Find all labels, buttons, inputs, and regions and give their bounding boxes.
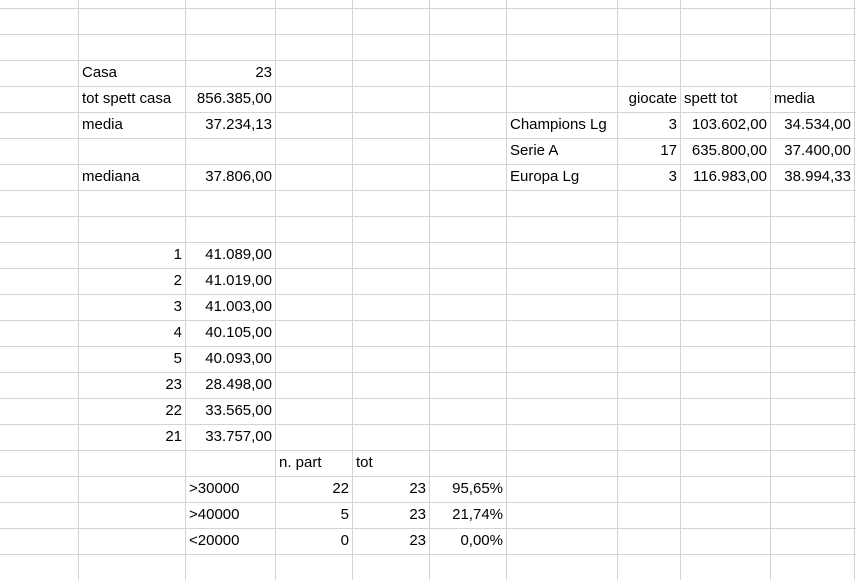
- competition-header-giocate[interactable]: giocate: [618, 86, 680, 112]
- competition-name[interactable]: Champions Lg: [507, 112, 617, 138]
- ranking-rank[interactable]: 3: [79, 294, 185, 320]
- competition-giocate[interactable]: 17: [618, 138, 680, 164]
- summary-value-media[interactable]: 37.234,13: [186, 112, 275, 138]
- ranking-value[interactable]: 40.093,00: [186, 346, 275, 372]
- competition-media[interactable]: 37.400,00: [771, 138, 854, 164]
- threshold-pct[interactable]: 95,65%: [430, 476, 506, 502]
- row-divider: [0, 216, 856, 217]
- row-divider: [0, 554, 856, 555]
- ranking-value[interactable]: 41.003,00: [186, 294, 275, 320]
- ranking-value[interactable]: 28.498,00: [186, 372, 275, 398]
- summary-value-mediana[interactable]: 37.806,00: [186, 164, 275, 190]
- ranking-rank[interactable]: 5: [79, 346, 185, 372]
- row-divider: [0, 8, 856, 9]
- row-divider: [0, 190, 856, 191]
- threshold-pct[interactable]: 0,00%: [430, 528, 506, 554]
- ranking-rank[interactable]: 22: [79, 398, 185, 424]
- ranking-value[interactable]: 41.019,00: [186, 268, 275, 294]
- ranking-rank[interactable]: 2: [79, 268, 185, 294]
- threshold-pct[interactable]: 21,74%: [430, 502, 506, 528]
- ranking-value[interactable]: 41.089,00: [186, 242, 275, 268]
- threshold-label[interactable]: >40000: [186, 502, 275, 528]
- competition-giocate[interactable]: 3: [618, 112, 680, 138]
- threshold-n-part[interactable]: 5: [276, 502, 352, 528]
- ranking-value[interactable]: 33.757,00: [186, 424, 275, 450]
- column-divider: [506, 0, 507, 580]
- summary-value-casa[interactable]: 23: [186, 60, 275, 86]
- competition-header-spett-tot[interactable]: spett tot: [681, 86, 770, 112]
- competition-name[interactable]: Serie A: [507, 138, 617, 164]
- summary-label-mediana[interactable]: mediana: [79, 164, 185, 190]
- row-divider: [0, 34, 856, 35]
- threshold-label[interactable]: >30000: [186, 476, 275, 502]
- threshold-n-part[interactable]: 22: [276, 476, 352, 502]
- summary-label-casa[interactable]: Casa: [79, 60, 185, 86]
- threshold-header-n-part[interactable]: n. part: [276, 450, 352, 476]
- ranking-value[interactable]: 40.105,00: [186, 320, 275, 346]
- competition-name[interactable]: Europa Lg: [507, 164, 617, 190]
- threshold-n-part[interactable]: 0: [276, 528, 352, 554]
- ranking-value[interactable]: 33.565,00: [186, 398, 275, 424]
- ranking-rank[interactable]: 1: [79, 242, 185, 268]
- threshold-tot[interactable]: 23: [353, 476, 429, 502]
- threshold-tot[interactable]: 23: [353, 528, 429, 554]
- ranking-rank[interactable]: 4: [79, 320, 185, 346]
- column-divider: [854, 0, 855, 580]
- summary-value-tot-spett-casa[interactable]: 856.385,00: [186, 86, 275, 112]
- threshold-header-tot[interactable]: tot: [353, 450, 429, 476]
- threshold-label[interactable]: <20000: [186, 528, 275, 554]
- competition-spett-tot[interactable]: 116.983,00: [681, 164, 770, 190]
- competition-giocate[interactable]: 3: [618, 164, 680, 190]
- competition-spett-tot[interactable]: 635.800,00: [681, 138, 770, 164]
- summary-label-tot-spett-casa[interactable]: tot spett casa: [79, 86, 185, 112]
- competition-header-media[interactable]: media: [771, 86, 854, 112]
- competition-media[interactable]: 38.994,33: [771, 164, 854, 190]
- ranking-rank[interactable]: 23: [79, 372, 185, 398]
- ranking-rank[interactable]: 21: [79, 424, 185, 450]
- competition-spett-tot[interactable]: 103.602,00: [681, 112, 770, 138]
- competition-media[interactable]: 34.534,00: [771, 112, 854, 138]
- threshold-tot[interactable]: 23: [353, 502, 429, 528]
- summary-label-media[interactable]: media: [79, 112, 185, 138]
